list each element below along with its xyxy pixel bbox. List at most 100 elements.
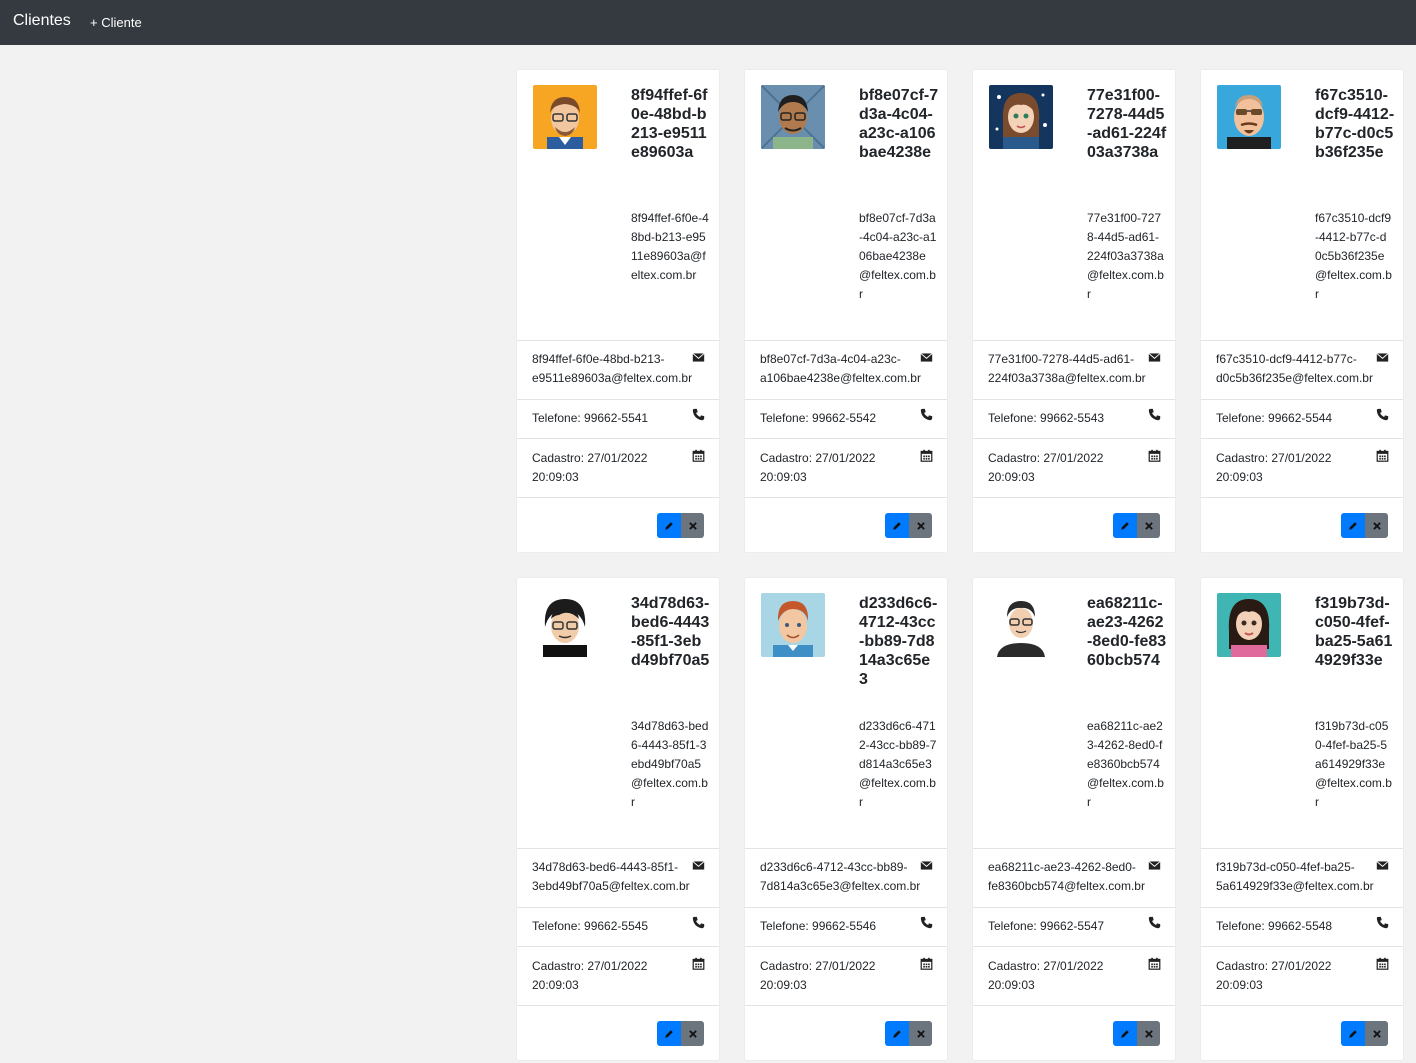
registered-row: Cadastro: 27/01/2022 20:09:03	[973, 946, 1175, 1006]
client-card: 8f94ffef-6f0e-48bd-b213-e9511e89603a 8f9…	[516, 69, 720, 553]
registered-row: Cadastro: 27/01/2022 20:09:03	[973, 438, 1175, 498]
email-row: ea68211c-ae23-4262-8ed0-fe8360bcb574@fel…	[973, 848, 1175, 908]
pencil-icon	[664, 1029, 674, 1039]
client-email-subtitle: 34d78d63-bed6-4443-85f1-3ebd49bf70a5@fel…	[631, 719, 709, 809]
close-icon	[1372, 1029, 1382, 1039]
card-footer	[745, 497, 947, 553]
navbar-brand[interactable]: Clientes	[13, 12, 71, 30]
registered-text: Cadastro: 27/01/2022 20:09:03	[532, 959, 648, 992]
phone-text: Telefone: 99662-5543	[988, 411, 1105, 425]
email-text: 77e31f00-7278-44d5-ad61-224f03a3738a@fel…	[988, 352, 1146, 385]
client-card: d233d6c6-4712-43cc-bb89-7d814a3c65e3 d23…	[744, 577, 948, 1061]
pencil-icon	[1348, 521, 1358, 531]
phone-row: Telefone: 99662-5548	[1201, 907, 1403, 947]
edit-button[interactable]	[1113, 513, 1137, 538]
phone-icon	[1376, 916, 1389, 929]
edit-button[interactable]	[1341, 513, 1365, 538]
edit-button[interactable]	[1341, 1021, 1365, 1046]
phone-icon	[920, 916, 933, 929]
avatar	[1217, 593, 1281, 657]
close-icon	[916, 521, 926, 531]
registered-text: Cadastro: 27/01/2022 20:09:03	[988, 959, 1104, 992]
envelope-icon	[1148, 351, 1161, 364]
phone-text: Telefone: 99662-5544	[1216, 411, 1333, 425]
action-buttons	[657, 1021, 704, 1046]
phone-text: Telefone: 99662-5545	[532, 919, 649, 933]
phone-text: Telefone: 99662-5546	[760, 919, 877, 933]
action-buttons	[1341, 1021, 1388, 1046]
phone-icon	[1148, 408, 1161, 421]
client-email-subtitle: 77e31f00-7278-44d5-ad61-224f03a3738a@fel…	[1087, 211, 1164, 301]
email-text: ea68211c-ae23-4262-8ed0-fe8360bcb574@fel…	[988, 860, 1145, 893]
client-id-title: 34d78d63-bed6-4443-85f1-3ebd49bf70a5	[631, 595, 710, 669]
close-icon	[916, 1029, 926, 1039]
client-id-title: 77e31f00-7278-44d5-ad61-224f03a3738a	[1087, 87, 1167, 161]
registered-text: Cadastro: 27/01/2022 20:09:03	[532, 451, 648, 484]
phone-row: Telefone: 99662-5544	[1201, 399, 1403, 439]
calendar-icon	[692, 957, 705, 970]
phone-icon	[920, 408, 933, 421]
email-row: 77e31f00-7278-44d5-ad61-224f03a3738a@fel…	[973, 340, 1175, 400]
registered-row: Cadastro: 27/01/2022 20:09:03	[1201, 438, 1403, 498]
client-card: bf8e07cf-7d3a-4c04-a23c-a106bae4238e bf8…	[744, 69, 948, 553]
delete-button[interactable]	[681, 1021, 704, 1046]
registered-row: Cadastro: 27/01/2022 20:09:03	[517, 438, 719, 498]
client-id-title: f319b73d-c050-4fef-ba25-5a614929f33e	[1315, 595, 1393, 669]
phone-row: Telefone: 99662-5541	[517, 399, 719, 439]
registered-row: Cadastro: 27/01/2022 20:09:03	[745, 438, 947, 498]
phone-text: Telefone: 99662-5547	[988, 919, 1105, 933]
email-row: 34d78d63-bed6-4443-85f1-3ebd49bf70a5@fel…	[517, 848, 719, 908]
action-buttons	[1113, 1021, 1160, 1046]
email-row: d233d6c6-4712-43cc-bb89-7d814a3c65e3@fel…	[745, 848, 947, 908]
calendar-icon	[920, 957, 933, 970]
avatar	[761, 85, 825, 149]
registered-row: Cadastro: 27/01/2022 20:09:03	[1201, 946, 1403, 1006]
client-email-subtitle: d233d6c6-4712-43cc-bb89-7d814a3c65e3@fel…	[859, 719, 937, 809]
envelope-icon	[692, 351, 705, 364]
action-buttons	[1341, 513, 1388, 538]
pencil-icon	[664, 521, 674, 531]
delete-button[interactable]	[1365, 1021, 1388, 1046]
envelope-icon	[1376, 859, 1389, 872]
email-row: bf8e07cf-7d3a-4c04-a23c-a106bae4238e@fel…	[745, 340, 947, 400]
client-email-subtitle: f67c3510-dcf9-4412-b77c-d0c5b36f235e@fel…	[1315, 211, 1392, 301]
phone-text: Telefone: 99662-5548	[1216, 919, 1333, 933]
registered-text: Cadastro: 27/01/2022 20:09:03	[1216, 959, 1332, 992]
email-text: f319b73d-c050-4fef-ba25-5a614929f33e@fel…	[1216, 860, 1374, 893]
delete-button[interactable]	[1137, 513, 1160, 538]
calendar-icon	[1148, 957, 1161, 970]
avatar	[533, 593, 597, 657]
delete-button[interactable]	[1365, 513, 1388, 538]
avatar	[533, 85, 597, 149]
envelope-icon	[692, 859, 705, 872]
edit-button[interactable]	[885, 1021, 909, 1046]
edit-button[interactable]	[657, 513, 681, 538]
add-client-link[interactable]: + Cliente	[90, 15, 142, 30]
phone-icon	[692, 916, 705, 929]
registered-text: Cadastro: 27/01/2022 20:09:03	[760, 959, 876, 992]
client-id-title: ea68211c-ae23-4262-8ed0-fe8360bcb574	[1087, 595, 1167, 669]
envelope-icon	[1148, 859, 1161, 872]
delete-button[interactable]	[681, 513, 704, 538]
client-card: f67c3510-dcf9-4412-b77c-d0c5b36f235e f67…	[1200, 69, 1404, 553]
phone-row: Telefone: 99662-5545	[517, 907, 719, 947]
delete-button[interactable]	[1137, 1021, 1160, 1046]
edit-button[interactable]	[885, 513, 909, 538]
registered-text: Cadastro: 27/01/2022 20:09:03	[988, 451, 1104, 484]
delete-button[interactable]	[909, 1021, 932, 1046]
delete-button[interactable]	[909, 513, 932, 538]
client-card: 77e31f00-7278-44d5-ad61-224f03a3738a 77e…	[972, 69, 1176, 553]
pencil-icon	[1120, 1029, 1130, 1039]
pencil-icon	[892, 1029, 902, 1039]
client-id-title: 8f94ffef-6f0e-48bd-b213-e9511e89603a	[631, 87, 708, 161]
action-buttons	[657, 513, 704, 538]
client-id-title: f67c3510-dcf9-4412-b77c-d0c5b36f235e	[1315, 87, 1395, 161]
pencil-icon	[1348, 1029, 1358, 1039]
edit-button[interactable]	[657, 1021, 681, 1046]
edit-button[interactable]	[1113, 1021, 1137, 1046]
action-buttons	[885, 1021, 932, 1046]
close-icon	[1144, 1029, 1154, 1039]
email-row: f67c3510-dcf9-4412-b77c-d0c5b36f235e@fel…	[1201, 340, 1403, 400]
action-buttons	[885, 513, 932, 538]
email-text: 34d78d63-bed6-4443-85f1-3ebd49bf70a5@fel…	[532, 860, 690, 893]
